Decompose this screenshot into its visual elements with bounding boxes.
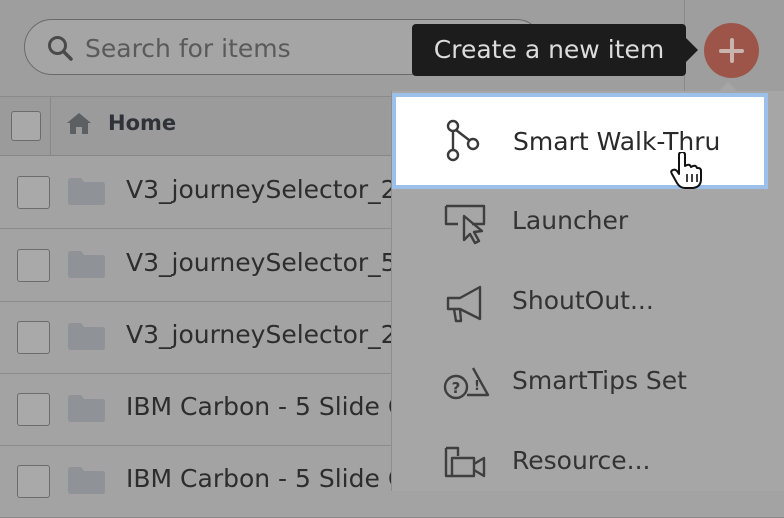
svg-text:?: ? [452,379,461,397]
row-checkbox[interactable] [17,176,50,209]
folder-icon [68,178,105,205]
tooltip-text: Create a new item [433,35,665,64]
resource-icon [444,446,486,478]
menu-item-label: Resource... [512,446,651,475]
create-item-button[interactable] [704,23,759,78]
launcher-icon [444,204,486,245]
folder-icon [68,323,105,350]
row-name[interactable]: IBM Carbon - 5 Slide C [126,392,405,421]
row-name[interactable]: V3_journeySelector_5- [126,248,406,277]
menu-item-shoutout[interactable]: ShoutOut... [392,264,784,344]
home-icon[interactable] [66,111,92,135]
row-name[interactable]: IBM Carbon - 5 Slide C [126,464,405,493]
menu-item-smarttips-set[interactable]: ? ! SmartTips Set [392,344,784,424]
megaphone-icon [446,285,482,323]
row-name[interactable]: V3_journeySelector_2- [126,175,406,204]
menu-item-label: ShoutOut... [512,286,654,315]
menu-item-resource[interactable]: Resource... [392,424,784,504]
flow-icon [446,119,480,162]
row-checkbox[interactable] [17,249,50,282]
folder-icon [68,251,105,278]
smarttips-icon: ? ! [443,367,490,400]
create-item-menu: Smart Walk-Thru Launcher ShoutOut... ? !… [391,91,784,491]
column-divider [50,97,51,155]
folder-icon [68,395,105,422]
search-icon [48,36,73,61]
menu-item-launcher[interactable]: Launcher [392,184,784,264]
menu-item-label: Launcher [512,206,629,235]
svg-text:!: ! [474,379,480,394]
row-checkbox[interactable] [17,321,50,354]
folder-icon [68,467,105,494]
menu-item-label: SmartTips Set [512,366,687,395]
menu-item-smart-walk-thru[interactable]: Smart Walk-Thru [392,93,768,189]
row-name[interactable]: V3_journeySelector_2- [126,320,406,349]
row-checkbox[interactable] [17,465,50,498]
breadcrumb-home[interactable]: Home [108,111,176,135]
select-all-checkbox[interactable] [11,111,41,141]
create-item-tooltip: Create a new item [412,24,698,76]
row-checkbox[interactable] [17,393,50,426]
hand-cursor-icon [670,152,702,189]
